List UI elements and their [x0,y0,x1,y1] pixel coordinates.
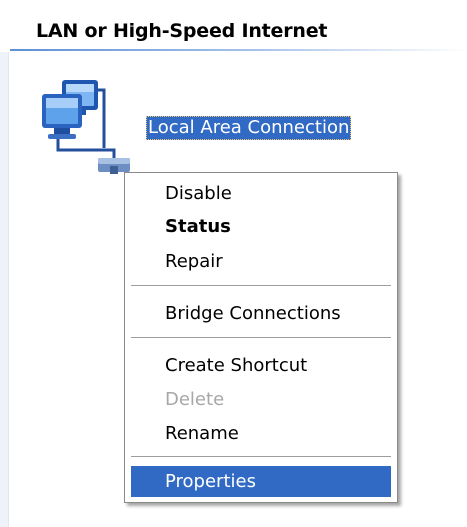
connection-name-label[interactable]: Local Area Connection [146,116,352,140]
group-header: LAN or High-Speed Internet [10,17,467,51]
menu-item-properties[interactable]: Properties [131,466,391,497]
network-connection-icon [42,80,130,174]
menu-separator [131,337,391,339]
menu-item-delete: Delete [165,389,225,410]
menu-item-status[interactable]: Status [131,211,391,242]
menu-item-repair[interactable]: Repair [131,246,391,277]
menu-item-bridge-connections[interactable]: Bridge Connections [131,298,391,329]
context-menu: Disable Status Repair Bridge Connections… [124,172,398,503]
group-title: LAN or High-Speed Internet [36,20,328,42]
menu-separator [131,456,391,458]
menu-item-disable[interactable]: Disable [131,178,391,209]
explorer-view: LAN or High-Speed Internet Local Area Co… [0,0,467,527]
menu-item-create-shortcut[interactable]: Create Shortcut [131,350,391,381]
group-header-divider [10,49,467,51]
left-task-pane-edge [0,52,9,527]
menu-separator [131,285,391,287]
menu-item-rename[interactable]: Rename [131,418,391,449]
